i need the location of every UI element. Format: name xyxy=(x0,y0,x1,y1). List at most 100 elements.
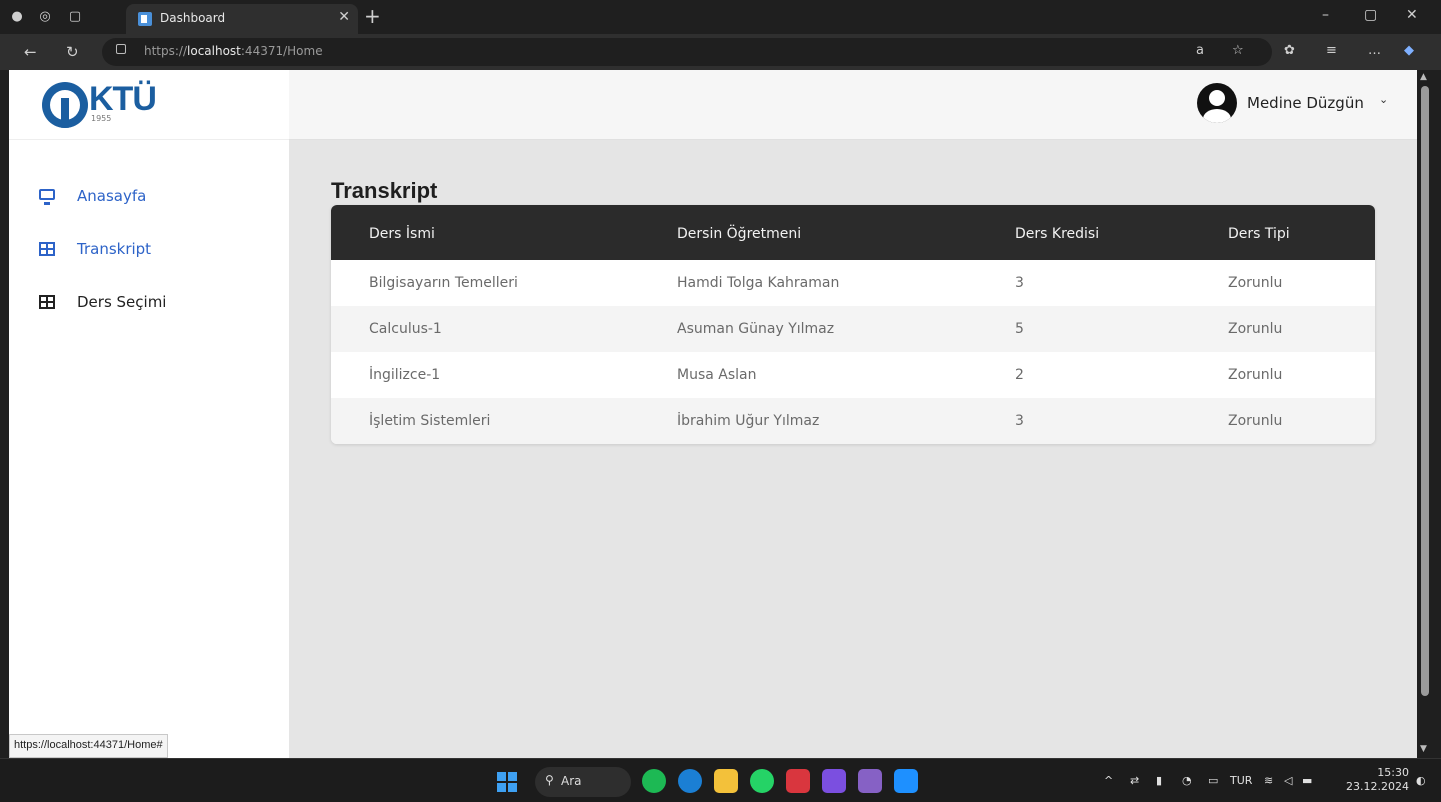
tray-icon[interactable]: ▮ xyxy=(1156,774,1162,787)
url-field[interactable]: https://localhost:44371/Home xyxy=(102,38,1272,66)
edge-icon[interactable] xyxy=(678,769,702,793)
read-aloud-icon[interactable]: a xyxy=(1196,43,1204,58)
minimize-icon[interactable]: – xyxy=(1322,7,1329,23)
browser-tab[interactable]: Dashboard ✕ xyxy=(126,4,358,34)
table-icon xyxy=(39,242,55,256)
profile-icon[interactable]: ● xyxy=(8,8,26,26)
favorite-star-icon[interactable]: ☆ xyxy=(1232,43,1244,58)
back-icon[interactable]: ← xyxy=(24,43,37,61)
course-teacher: Asuman Günay Yılmaz xyxy=(677,321,835,337)
clock-date: 23.12.2024 xyxy=(1346,780,1409,793)
course-credit: 5 xyxy=(1015,321,1024,337)
address-bar-row: ← ↻ https://localhost:44371/Home a ☆ ✿ ≡… xyxy=(0,34,1441,70)
search-icon: ⚲ xyxy=(545,773,554,787)
course-credit: 3 xyxy=(1015,413,1024,429)
column-header: Ders Kredisi xyxy=(1015,226,1100,242)
taskbar-search[interactable]: ⚲ Ara xyxy=(535,767,631,797)
transcript-table: Ders İsmi Dersin Öğretmeni Ders Kredisi … xyxy=(331,205,1375,444)
restore-icon[interactable]: ▢ xyxy=(1364,7,1377,23)
tab-actions-icon[interactable]: ▢ xyxy=(66,8,84,26)
sidebar-item-label: Transkript xyxy=(77,240,152,258)
visual-studio-icon[interactable] xyxy=(858,769,882,793)
chevron-down-icon[interactable]: ⌄ xyxy=(1379,93,1388,106)
favorites-icon[interactable]: ≡ xyxy=(1326,43,1337,58)
course-teacher: İbrahim Uğur Yılmaz xyxy=(677,413,820,429)
keyboard-icon[interactable]: ▭ xyxy=(1208,774,1218,787)
ktu-logo[interactable]: KTÜ 1955 xyxy=(9,70,289,140)
refresh-icon[interactable]: ↻ xyxy=(66,43,79,61)
copilot-icon[interactable]: ◆ xyxy=(1404,43,1414,58)
ktu-logo-mark xyxy=(42,82,88,128)
tab-title: Dashboard xyxy=(160,11,226,25)
snipping-tool-icon[interactable] xyxy=(822,769,846,793)
taskbar-clock[interactable]: 15:30 23.12.2024 xyxy=(1346,766,1409,794)
tray-icon[interactable]: ⇄ xyxy=(1130,774,1139,787)
language-indicator[interactable]: TUR xyxy=(1230,774,1252,787)
scroll-thumb[interactable] xyxy=(1421,86,1429,696)
more-menu-icon[interactable]: … xyxy=(1368,43,1381,58)
course-credit: 2 xyxy=(1015,367,1024,383)
search-label: Ara xyxy=(561,774,582,788)
sidebar-item-label: Anasayfa xyxy=(77,187,147,205)
clock-time: 15:30 xyxy=(1377,766,1409,779)
lock-icon xyxy=(116,44,126,54)
scroll-up-icon[interactable]: ▲ xyxy=(1420,72,1427,82)
new-tab-button[interactable]: + xyxy=(364,4,381,28)
sidebar: KTÜ 1955 Anasayfa Transkript Ders Seçimi xyxy=(9,70,289,758)
page-favicon-icon xyxy=(138,12,152,26)
tray-icon[interactable]: ◔ xyxy=(1182,774,1192,787)
scroll-down-icon[interactable]: ▼ xyxy=(1420,744,1427,754)
browser-tab-bar: ● ◎ ▢ Dashboard ✕ + – ▢ ✕ xyxy=(0,0,1441,34)
course-teacher: Hamdi Tolga Kahraman xyxy=(677,275,840,291)
top-header: Medine Düzgün ⌄ xyxy=(289,70,1417,140)
table-row: Calculus-1 Asuman Günay Yılmaz 5 Zorunlu xyxy=(331,306,1375,352)
table-row: Bilgisayarın Temelleri Hamdi Tolga Kahra… xyxy=(331,260,1375,306)
page-title: Transkript xyxy=(331,178,438,203)
chevron-up-icon[interactable]: ^ xyxy=(1104,774,1113,787)
url-text: https://localhost:44371/Home xyxy=(144,44,323,58)
course-type: Zorunlu xyxy=(1228,413,1283,429)
user-menu[interactable]: Medine Düzgün xyxy=(1247,94,1364,112)
start-button[interactable] xyxy=(497,772,517,792)
course-credit: 3 xyxy=(1015,275,1024,291)
spotify-icon[interactable] xyxy=(642,769,666,793)
course-name: İşletim Sistemleri xyxy=(369,413,491,429)
course-name: İngilizce-1 xyxy=(369,367,441,383)
close-tab-icon[interactable]: ✕ xyxy=(338,9,350,25)
course-teacher: Musa Aslan xyxy=(677,367,757,383)
page-scrollbar[interactable]: ▲ ▼ xyxy=(1417,70,1441,758)
sidebar-item-transkript[interactable]: Transkript xyxy=(39,236,269,266)
monitor-icon xyxy=(39,189,55,205)
sidebar-item-label: Ders Seçimi xyxy=(77,293,167,311)
sidebar-item-anasayfa[interactable]: Anasayfa xyxy=(39,183,269,213)
course-name: Bilgisayarın Temelleri xyxy=(369,275,518,291)
logo-year: 1955 xyxy=(91,114,112,123)
wifi-icon[interactable]: ≋ xyxy=(1264,774,1273,787)
table-row: İşletim Sistemleri İbrahim Uğur Yılmaz 3… xyxy=(331,398,1375,444)
close-window-icon[interactable]: ✕ xyxy=(1406,7,1418,23)
app-icon[interactable] xyxy=(786,769,810,793)
web-page: KTÜ 1955 Anasayfa Transkript Ders Seçimi… xyxy=(9,70,1417,758)
sidebar-item-ders-secimi[interactable]: Ders Seçimi xyxy=(39,289,269,319)
windows-taskbar: ⚲ Ara ^ ⇄ ▮ ◔ ▭ TUR ≋ ◁ ▬ 15:30 23.12.20… xyxy=(0,758,1441,802)
battery-icon[interactable]: ▬ xyxy=(1302,774,1312,787)
table-row: İngilizce-1 Musa Aslan 2 Zorunlu xyxy=(331,352,1375,398)
course-type: Zorunlu xyxy=(1228,275,1283,291)
extensions-icon[interactable]: ✿ xyxy=(1284,43,1295,58)
workspaces-icon[interactable]: ◎ xyxy=(36,8,54,26)
photos-icon[interactable] xyxy=(894,769,918,793)
whatsapp-icon[interactable] xyxy=(750,769,774,793)
course-type: Zorunlu xyxy=(1228,367,1283,383)
volume-icon[interactable]: ◁ xyxy=(1284,774,1292,787)
column-header: Ders Tipi xyxy=(1228,226,1290,242)
course-type: Zorunlu xyxy=(1228,321,1283,337)
table-icon xyxy=(39,295,55,309)
column-header: Ders İsmi xyxy=(369,226,435,242)
file-explorer-icon[interactable] xyxy=(714,769,738,793)
user-avatar[interactable] xyxy=(1197,83,1237,123)
notification-icon[interactable]: ◐ xyxy=(1416,774,1426,787)
column-header: Dersin Öğretmeni xyxy=(677,226,802,242)
status-bar-url: https://localhost:44371/Home# xyxy=(9,734,168,758)
course-name: Calculus-1 xyxy=(369,321,442,337)
table-header: Ders İsmi Dersin Öğretmeni Ders Kredisi … xyxy=(331,205,1375,260)
